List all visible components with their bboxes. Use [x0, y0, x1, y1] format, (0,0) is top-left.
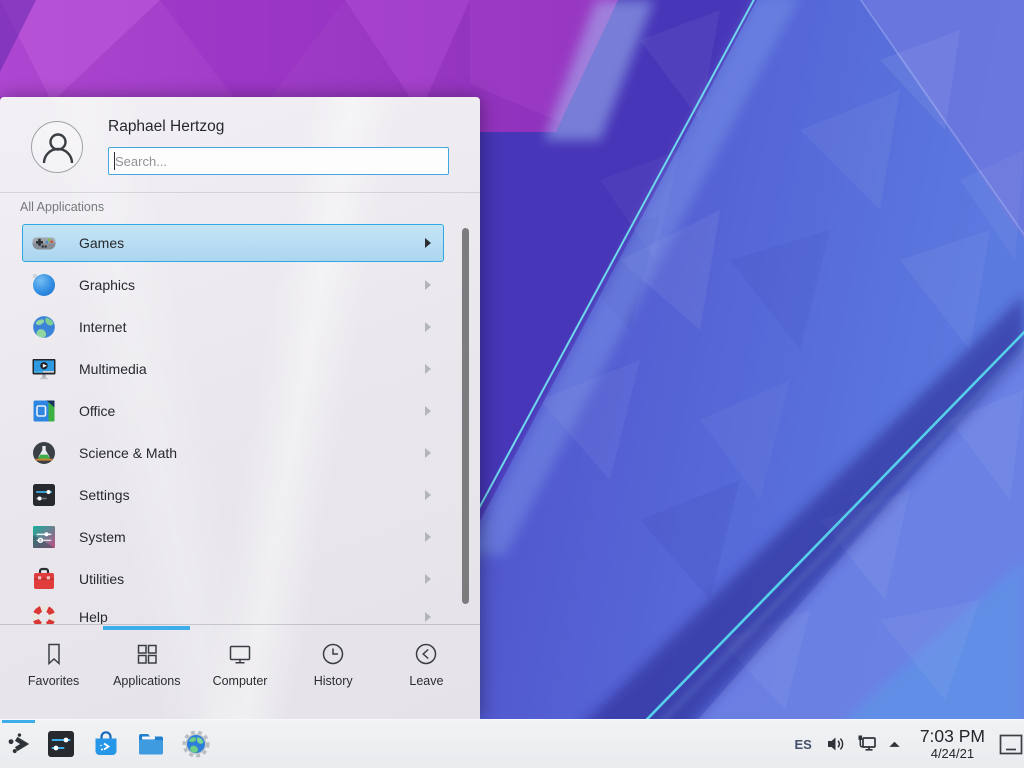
tab-label: History — [314, 674, 353, 688]
person-icon — [32, 122, 84, 174]
category-item-system[interactable]: System — [22, 518, 444, 556]
clock-icon — [319, 640, 347, 668]
monitor-icon — [226, 640, 254, 668]
show-desktop-icon — [999, 734, 1023, 755]
launcher-header: Raphael Hertzog — [0, 97, 480, 193]
category-item-help[interactable]: Help — [22, 598, 444, 624]
chevron-right-icon — [425, 364, 431, 374]
bookmark-icon — [40, 640, 68, 668]
tab-history[interactable]: History — [287, 640, 380, 688]
expand-tray-icon[interactable] — [886, 720, 903, 768]
section-label: All Applications — [20, 200, 104, 214]
grid-icon — [133, 640, 161, 668]
category-item-games[interactable]: Games — [22, 224, 444, 262]
user-avatar[interactable] — [31, 121, 83, 173]
chevron-right-icon — [425, 280, 431, 290]
category-label: Multimedia — [79, 361, 147, 377]
category-label: Graphics — [79, 277, 135, 293]
tab-favorites[interactable]: Favorites — [7, 640, 100, 688]
tab-leave[interactable]: Leave — [380, 640, 473, 688]
keyboard-layout-indicator[interactable]: ES — [794, 737, 811, 752]
chevron-right-icon — [425, 490, 431, 500]
clock-time: 7:03 PM — [920, 727, 985, 746]
leave-icon — [412, 640, 440, 668]
category-item-utilities[interactable]: Utilities — [22, 560, 444, 598]
chevron-right-icon — [425, 406, 431, 416]
tab-label: Leave — [409, 674, 443, 688]
file-manager-icon — [136, 729, 166, 759]
application-launcher-menu: Raphael Hertzog All Applications — [0, 97, 480, 719]
tab-applications[interactable]: Applications — [100, 640, 193, 688]
category-label: Utilities — [79, 571, 124, 587]
category-label: Internet — [79, 319, 126, 335]
category-item-science-math[interactable]: Science & Math — [22, 434, 444, 472]
text-caret — [114, 152, 115, 170]
sliders-icon — [31, 482, 57, 508]
category-label: Settings — [79, 487, 130, 503]
app-launcher-button[interactable] — [0, 720, 38, 768]
chevron-right-icon — [425, 238, 431, 248]
flask-icon — [31, 440, 57, 466]
lifebuoy-icon — [31, 604, 57, 624]
user-name: Raphael Hertzog — [108, 118, 224, 136]
taskbar: ES 7:03 PM 4/24/21 — [0, 719, 1024, 768]
chevron-right-icon — [425, 532, 431, 542]
category-label: System — [79, 529, 126, 545]
tab-label: Computer — [213, 674, 268, 688]
web-browser-icon — [181, 729, 211, 759]
search-input[interactable] — [108, 147, 449, 175]
chevron-right-icon — [425, 448, 431, 458]
category-item-office[interactable]: Office — [22, 392, 444, 430]
sphere-icon — [31, 272, 57, 298]
category-list: Games Graphics — [0, 217, 480, 624]
document-icon — [31, 398, 57, 424]
web-browser-button[interactable] — [173, 720, 218, 768]
desktop: Raphael Hertzog All Applications — [0, 0, 1024, 768]
category-item-graphics[interactable]: Graphics — [22, 266, 444, 304]
chevron-right-icon — [425, 322, 431, 332]
discover-icon — [91, 729, 121, 759]
scrollbar[interactable] — [462, 228, 469, 604]
chevron-right-icon — [425, 574, 431, 584]
system-sliders-icon — [31, 524, 57, 550]
active-tab-indicator — [103, 626, 190, 630]
category-label: Games — [79, 235, 124, 251]
launcher-footer: Favorites Applications — [0, 624, 480, 719]
globe-icon — [31, 314, 57, 340]
tab-label: Applications — [113, 674, 180, 688]
category-item-multimedia[interactable]: Multimedia — [22, 350, 444, 388]
media-screen-icon — [31, 356, 57, 382]
toolbox-icon — [31, 566, 57, 592]
category-label: Science & Math — [79, 445, 177, 461]
discover-button[interactable] — [83, 720, 128, 768]
chevron-right-icon — [425, 612, 431, 622]
tab-computer[interactable]: Computer — [193, 640, 286, 688]
volume-icon[interactable] — [824, 720, 848, 768]
gamepad-icon — [31, 230, 57, 256]
system-settings-icon — [46, 729, 76, 759]
active-task-indicator — [2, 720, 35, 723]
tab-label: Favorites — [28, 674, 79, 688]
file-manager-button[interactable] — [128, 720, 173, 768]
wired-network-icon[interactable] — [855, 720, 879, 768]
kde-launcher-icon — [4, 729, 34, 759]
category-label: Office — [79, 403, 115, 419]
digital-clock[interactable]: 7:03 PM 4/24/21 — [920, 727, 985, 761]
category-item-internet[interactable]: Internet — [22, 308, 444, 346]
category-item-settings[interactable]: Settings — [22, 476, 444, 514]
system-settings-button[interactable] — [38, 720, 83, 768]
clock-date: 4/24/21 — [931, 746, 974, 761]
show-desktop-button[interactable] — [998, 732, 1024, 756]
category-label: Help — [79, 609, 108, 624]
